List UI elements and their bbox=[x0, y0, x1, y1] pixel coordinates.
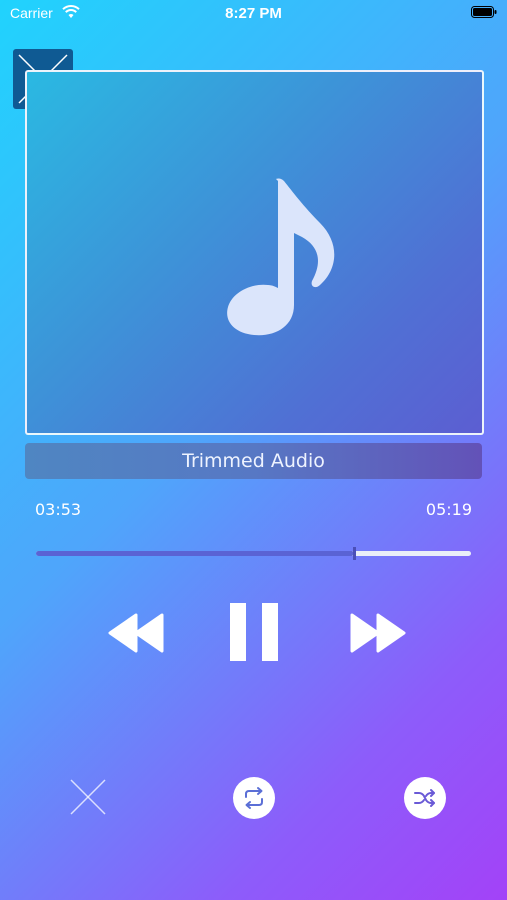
status-bar: Carrier 8:27 PM bbox=[0, 0, 507, 26]
rewind-button[interactable] bbox=[108, 613, 166, 653]
fast-forward-button[interactable] bbox=[348, 613, 406, 653]
album-artwork bbox=[25, 70, 484, 435]
total-time: 05:19 bbox=[425, 500, 472, 519]
close-icon bbox=[70, 779, 106, 815]
repeat-icon bbox=[245, 787, 263, 809]
pause-button[interactable] bbox=[230, 603, 278, 661]
repeat-button[interactable] bbox=[233, 777, 275, 819]
track-title: Trimmed Audio bbox=[25, 443, 482, 479]
dismiss-button[interactable] bbox=[70, 779, 106, 815]
progress-fill bbox=[36, 551, 354, 556]
shuffle-button[interactable] bbox=[404, 777, 446, 819]
pause-icon bbox=[230, 603, 278, 661]
music-note-icon bbox=[227, 178, 335, 336]
rewind-icon bbox=[108, 613, 164, 653]
shuffle-icon bbox=[414, 789, 435, 807]
progress-slider[interactable] bbox=[36, 547, 471, 560]
fast-forward-icon bbox=[350, 613, 406, 653]
battery-icon bbox=[471, 6, 497, 18]
progress-thumb[interactable] bbox=[352, 547, 356, 560]
status-time: 8:27 PM bbox=[225, 5, 282, 22]
elapsed-time: 03:53 bbox=[35, 500, 82, 519]
